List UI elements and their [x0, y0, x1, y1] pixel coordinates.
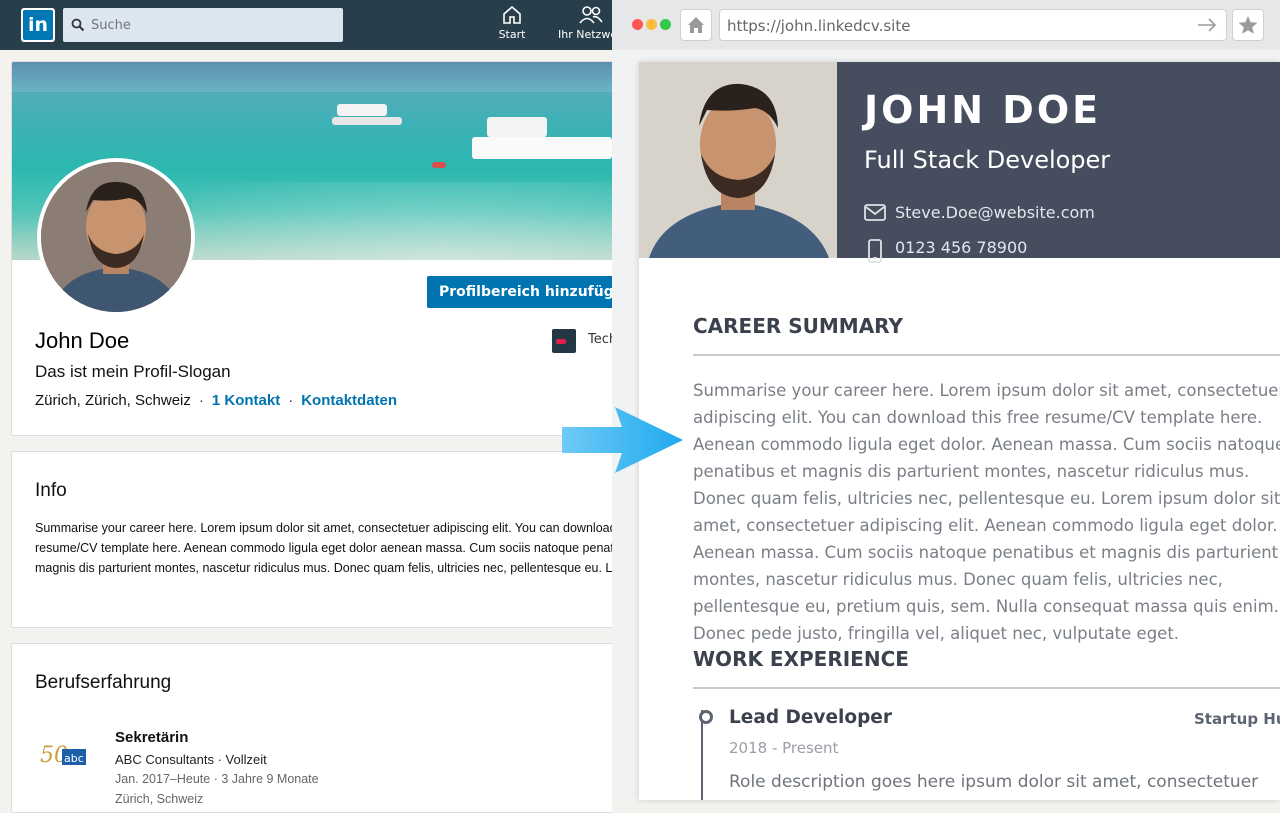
bookmark-button[interactable] [1232, 9, 1264, 41]
nav-network-label: Ihr Netzwe [558, 28, 618, 41]
profile-photo[interactable] [37, 158, 195, 316]
go-arrow-icon[interactable] [1196, 16, 1218, 34]
network-icon [579, 6, 603, 24]
linkedin-logo[interactable]: in [21, 8, 55, 42]
cv-role: Full Stack Developer [864, 146, 1111, 174]
company-label[interactable]: Tech [588, 332, 612, 347]
nav-start[interactable]: Start [497, 4, 527, 41]
connections-link[interactable]: 1 Kontakt [212, 392, 280, 409]
experience-card: Berufserfahrung 50 abc Sekretärin ABC Co… [11, 643, 612, 813]
browser-window: https://john.linkedcv.site JOHN DOE Full… [612, 0, 1280, 800]
profile-slogan: Das ist mein Profil-Slogan [35, 362, 231, 381]
home-icon [688, 17, 704, 33]
nav-start-label: Start [498, 28, 526, 41]
cv-job-dates: 2018 - Present [729, 739, 839, 757]
home-button[interactable] [680, 9, 712, 41]
search-input[interactable] [91, 8, 336, 42]
work-experience-divider [693, 687, 1280, 689]
maximize-window-button[interactable] [660, 19, 671, 30]
envelope-icon [864, 204, 886, 221]
svg-text:abc: abc [64, 752, 84, 765]
profile-location-line: Zürich, Zürich, Schweiz · 1 Kontakt · Kontak… [35, 392, 398, 409]
search-icon [71, 18, 85, 32]
career-summary-text: Summarise your career here. Lorem ipsum … [693, 381, 1280, 643]
cv-photo [639, 62, 837, 258]
info-text: Summarise your career here. Lorem ipsum … [35, 521, 612, 575]
linkedin-logo-text: in [23, 10, 53, 40]
cv-page: JOHN DOE Full Stack Developer Steve.Doe@… [639, 62, 1280, 800]
profile-location: Zürich, Zürich, Schweiz [35, 392, 191, 409]
company-logo[interactable] [552, 329, 576, 353]
browser-toolbar: https://john.linkedcv.site [612, 0, 1280, 50]
job-location: Zürich, Schweiz [115, 792, 204, 806]
cv-job-title: Lead Developer [729, 707, 892, 728]
search-box[interactable] [63, 8, 343, 42]
contact-info-link[interactable]: Kontaktdaten [301, 392, 397, 409]
transition-arrow-icon [562, 407, 683, 473]
add-profile-section-button[interactable]: Profilbereich hinzufügen [427, 276, 612, 308]
timeline-dot [699, 710, 713, 724]
url-bar[interactable]: https://john.linkedcv.site [719, 9, 1227, 41]
linkedin-navbar: in Start Ihr Netzwe [0, 0, 617, 50]
cv-name: JOHN DOE [864, 88, 1102, 132]
cv-job-company: Startup Hubs [1194, 710, 1280, 728]
profile-card: Profilbereich hinzufügen Tech John Doe D… [11, 61, 612, 436]
person-illustration [639, 62, 837, 258]
job-company: ABC Consultants · Vollzeit [115, 752, 267, 767]
info-title: Info [35, 480, 67, 501]
job-dates: Jan. 2017–Heute · 3 Jahre 9 Monate [115, 772, 319, 786]
profile-name: John Doe [35, 328, 130, 353]
info-card: Info Summarise your career here. Lorem i… [11, 451, 612, 628]
job-title[interactable]: Sekretärin [115, 729, 188, 746]
career-summary-divider [693, 354, 1280, 356]
cv-job-description: Role description goes here ipsum dolor s… [729, 772, 1259, 792]
experience-title: Berufserfahrung [35, 672, 172, 693]
cv-phone[interactable]: 0123 456 78900 [895, 238, 1027, 257]
star-icon [1238, 16, 1258, 34]
minimize-window-button[interactable] [646, 19, 657, 30]
cv-header: JOHN DOE Full Stack Developer Steve.Doe@… [837, 62, 1280, 263]
phone-icon [868, 239, 882, 263]
url-text[interactable]: https://john.linkedcv.site [727, 17, 910, 35]
work-experience-title: WORK EXPERIENCE [693, 647, 909, 671]
close-window-button[interactable] [632, 19, 643, 30]
home-icon [503, 5, 521, 24]
nav-network[interactable]: Ihr Netzwe [558, 4, 618, 41]
person-illustration [41, 162, 191, 312]
company-logo-abc[interactable]: 50 abc [40, 740, 90, 768]
cv-email[interactable]: Steve.Doe@website.com [895, 203, 1095, 222]
career-summary-title: CAREER SUMMARY [693, 314, 903, 338]
